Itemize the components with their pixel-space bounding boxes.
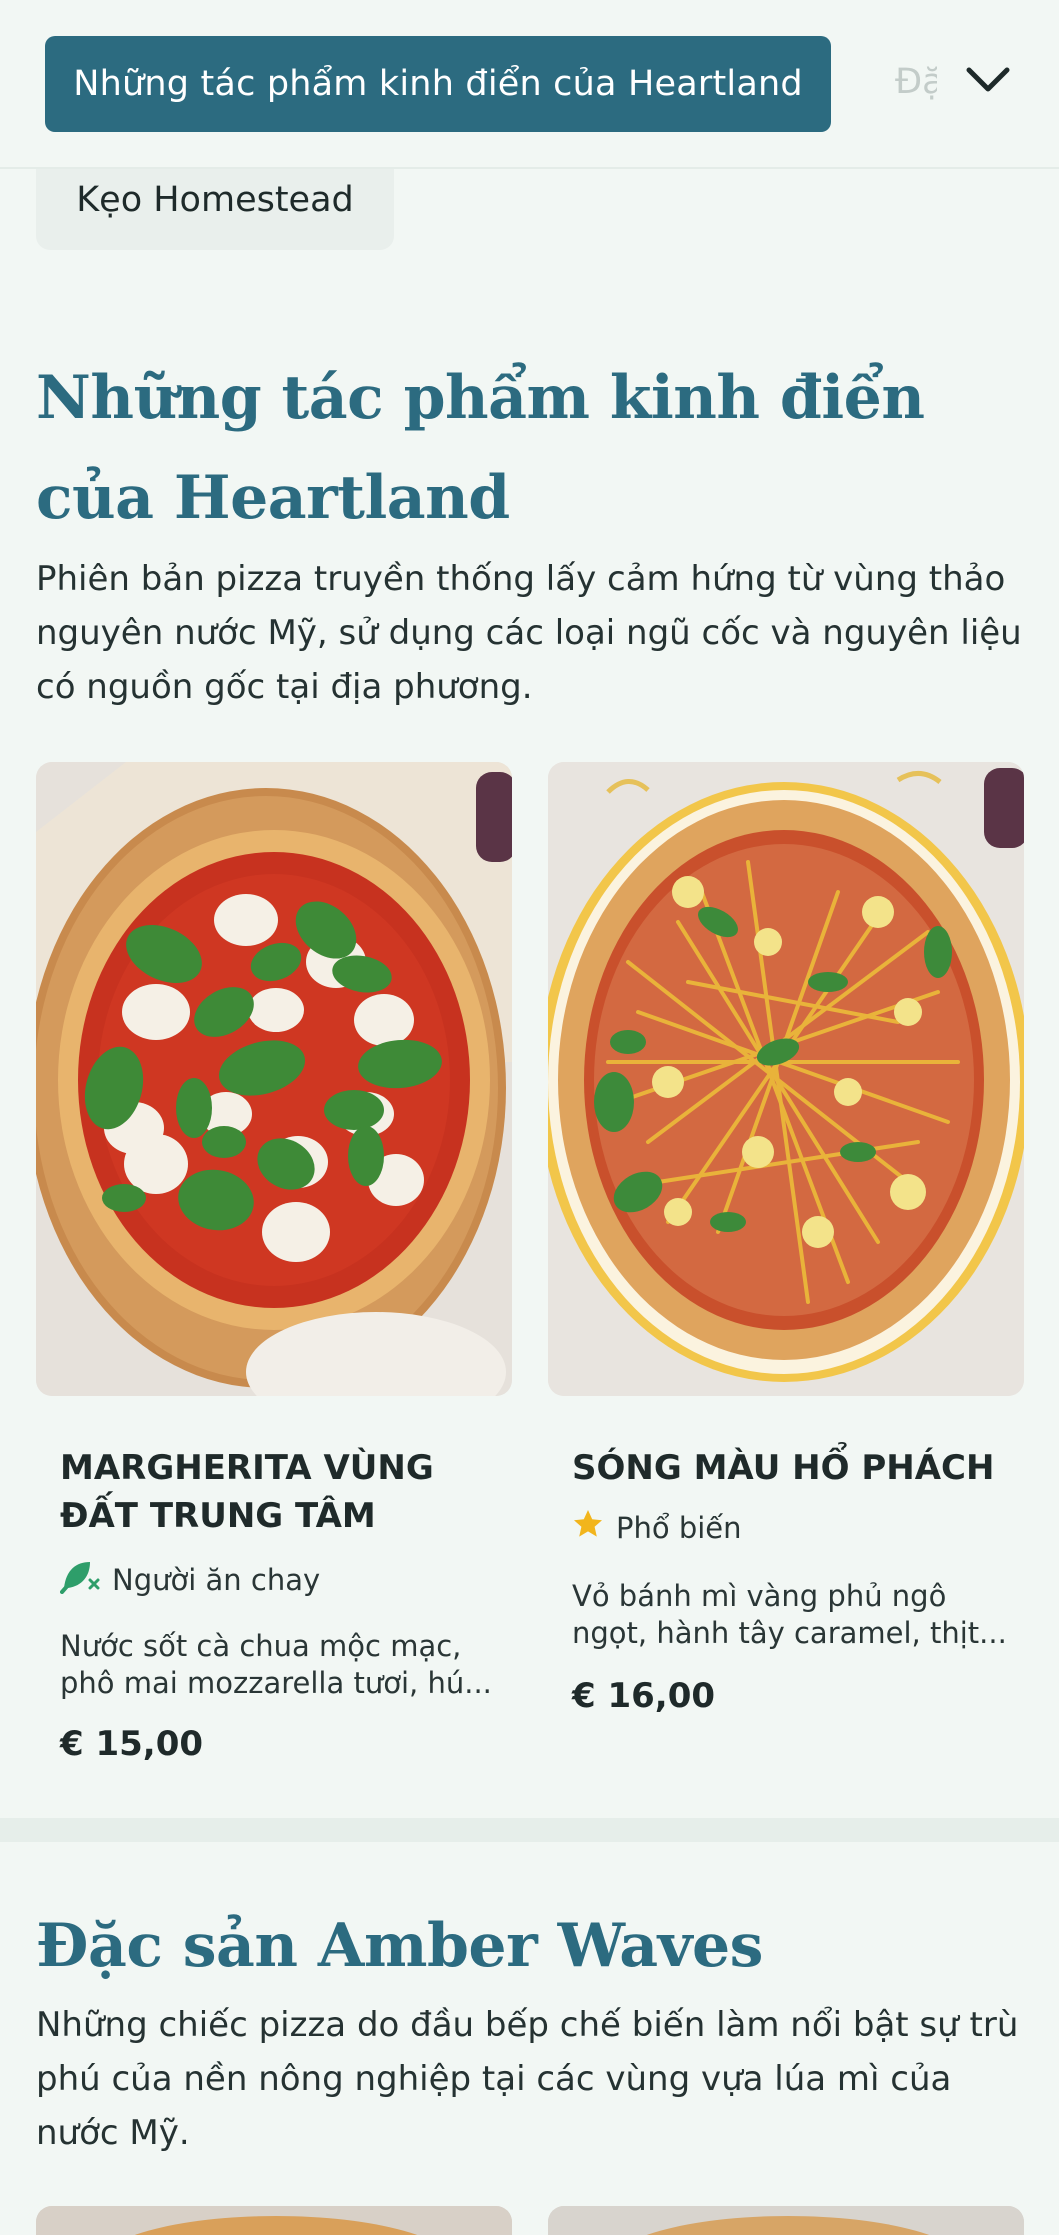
menu-item-price: € 15,00	[60, 1724, 204, 1764]
pizza-amber-waves-image	[548, 762, 1024, 1396]
menu-item-image-partial[interactable]	[36, 2206, 512, 2235]
menu-item-tag-label: Phổ biến	[616, 1510, 742, 1545]
menu-item-tag-label: Người ăn chay	[112, 1562, 321, 1597]
menu-item-image-partial[interactable]	[548, 2206, 1024, 2235]
chevron-down-icon[interactable]	[960, 52, 1016, 108]
menu-item-tag: Người ăn chay	[60, 1558, 320, 1601]
menu-item-tag: Phổ biến	[572, 1508, 742, 1547]
section-description-amber-waves: Những chiếc pizza do đầu bếp chế biến là…	[36, 2005, 1019, 2153]
star-icon	[572, 1508, 604, 1547]
menu-item-description: Vỏ bánh mì vàng phủ ngô ngọt, hành tây c…	[572, 1579, 1007, 1650]
section-divider	[0, 1818, 1059, 1842]
menu-item-price: € 16,00	[572, 1676, 716, 1716]
leaf-vegetarian-icon	[60, 1558, 100, 1601]
section-description-heartland: Phiên bản pizza truyền thống lấy cảm hứn…	[36, 559, 1022, 707]
menu-item-name: SÓNG MÀU HỔ PHÁCH	[572, 1448, 995, 1488]
pizza-margherita-image	[36, 762, 512, 1396]
section-title-heartland: Những tác phẩm kinh điển của Heartland	[36, 363, 925, 533]
section-title-amber-waves: Đặc sản Amber Waves	[36, 1911, 763, 1981]
menu-item-card[interactable]: SÓNG MÀU HỔ PHÁCH Phổ biến Vỏ bánh mì và…	[548, 762, 1024, 1772]
category-tab-heartland-classics[interactable]: Những tác phẩm kinh điển của Heartland	[45, 36, 831, 132]
menu-item-card[interactable]: MARGHERITA VÙNG ĐẤT TRUNG TÂM Người ăn c…	[36, 762, 512, 1772]
category-nav-bar: Những tác phẩm kinh điển của Heartland Đ…	[0, 0, 1059, 169]
category-tab-amber-waves[interactable]: Đặc sản Amber Waves	[895, 62, 937, 102]
menu-item-name: MARGHERITA VÙNG ĐẤT TRUNG TÂM	[60, 1448, 434, 1536]
menu-item-description: Nước sốt cà chua mộc mạc, phô mai mozzar…	[60, 1629, 492, 1700]
